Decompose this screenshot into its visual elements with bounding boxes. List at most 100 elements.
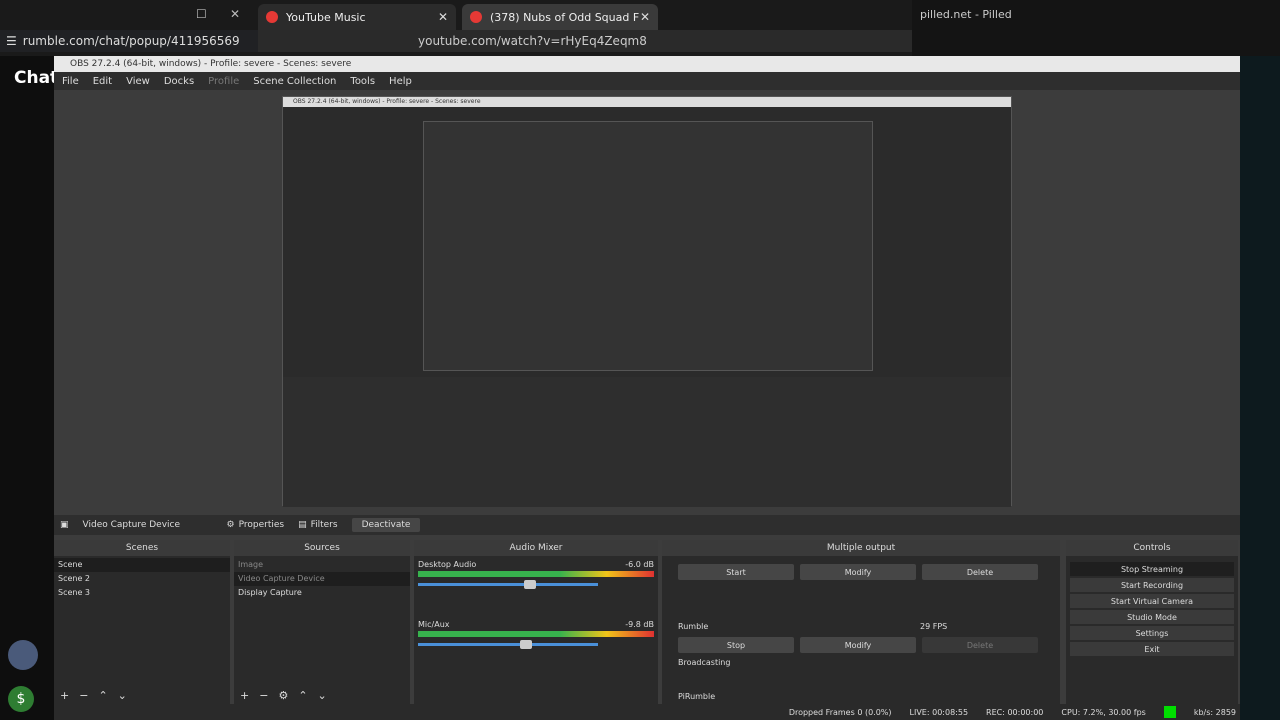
- studio-mode-button[interactable]: Studio Mode: [1070, 610, 1234, 624]
- channel-name: Desktop Audio: [418, 560, 477, 569]
- close-icon[interactable]: ✕: [230, 7, 240, 21]
- volume-meter: [418, 631, 654, 637]
- menu-view[interactable]: View: [126, 76, 150, 87]
- move-down-icon[interactable]: ⌄: [118, 689, 127, 702]
- close-icon[interactable]: ✕: [438, 10, 448, 24]
- camera-icon: ▣: [60, 520, 69, 530]
- move-down-icon[interactable]: ⌄: [318, 689, 327, 702]
- dropped-frames: Dropped Frames 0 (0.0%): [788, 707, 892, 717]
- tab-youtube-video[interactable]: (378) Nubs of Odd Squad F ✕: [462, 4, 658, 30]
- menu-help[interactable]: Help: [389, 76, 412, 87]
- volume-slider[interactable]: [418, 640, 598, 649]
- menu-tools[interactable]: Tools: [350, 76, 375, 87]
- channel-db: -6.0 dB: [625, 560, 654, 569]
- tab-label: (378) Nubs of Odd Squad F: [490, 10, 640, 24]
- address-text: youtube.com/watch?v=rHyEq4Zeqm8: [418, 34, 647, 48]
- filters-label: Filters: [310, 520, 338, 530]
- slider-knob[interactable]: [523, 580, 536, 589]
- stop-button[interactable]: Stop: [678, 637, 794, 653]
- sources-footer: + − ⚙ ⌃ ⌄: [240, 689, 327, 702]
- audio-mixer-dock: Audio Mixer Desktop Audio -6.0 dB Mic/Au…: [414, 540, 658, 704]
- settings-button[interactable]: Settings: [1070, 626, 1234, 640]
- slider-knob[interactable]: [520, 640, 532, 649]
- delete-button[interactable]: Delete: [922, 637, 1038, 653]
- health-indicator-icon: [1163, 706, 1176, 718]
- avatar[interactable]: [8, 640, 38, 670]
- scene-item[interactable]: Scene: [54, 558, 230, 572]
- pirumble-label: PiRumble: [678, 692, 716, 701]
- youtube-icon: [470, 11, 482, 23]
- deactivate-label: Deactivate: [361, 520, 411, 530]
- stop-streaming-button[interactable]: Stop Streaming: [1070, 562, 1234, 576]
- menu-profile[interactable]: Profile: [208, 76, 239, 87]
- add-icon[interactable]: +: [60, 689, 69, 702]
- maximize-icon[interactable]: ☐: [196, 7, 207, 21]
- source-name: Video Capture Device: [82, 520, 181, 530]
- right-background-window: [1240, 56, 1280, 720]
- youtube-address-bar[interactable]: youtube.com/watch?v=rHyEq4Zeqm8: [258, 30, 918, 52]
- tab-label: YouTube Music: [286, 10, 366, 24]
- menu-edit[interactable]: Edit: [93, 76, 112, 87]
- window-title: pilled.net - Pilled: [920, 8, 1012, 21]
- move-up-icon[interactable]: ⌃: [98, 689, 107, 702]
- cpu-usage: CPU: 7.2%, 30.00 fps: [1061, 707, 1146, 717]
- volume-slider[interactable]: [418, 580, 598, 589]
- scene-item[interactable]: Scene 2: [54, 572, 230, 586]
- gear-icon: ⚙: [226, 520, 235, 530]
- exit-button[interactable]: Exit: [1070, 642, 1234, 656]
- scenes-dock: Scenes Scene Scene 2 Scene 3 + − ⌃ ⌄: [54, 540, 230, 704]
- youtube-music-icon: [266, 11, 278, 23]
- start-button[interactable]: Start: [678, 564, 794, 580]
- bitrate: kb/s: 2859: [1193, 707, 1236, 717]
- live-time: LIVE: 00:08:55: [909, 707, 969, 717]
- nested-preview: [423, 121, 873, 371]
- modify-button[interactable]: Modify: [800, 637, 916, 653]
- start-virtual-camera-button[interactable]: Start Virtual Camera: [1070, 594, 1234, 608]
- obs-menu-bar: File Edit View Docks Profile Scene Colle…: [54, 72, 1240, 90]
- obs-preview[interactable]: OBS 27.2.4 (64-bit, windows) - Profile: …: [54, 90, 1240, 512]
- mixer-channel-mic: Mic/Aux -9.8 dB: [418, 620, 654, 629]
- source-item[interactable]: Video Capture Device: [234, 572, 410, 586]
- source-item[interactable]: Image: [234, 558, 410, 572]
- nested-title-bar: OBS 27.2.4 (64-bit, windows) - Profile: …: [283, 97, 1011, 107]
- delete-button[interactable]: Delete: [922, 564, 1038, 580]
- remove-icon[interactable]: −: [79, 689, 88, 702]
- chat-heading: Chat: [14, 68, 59, 88]
- menu-file[interactable]: File: [62, 76, 79, 87]
- sources-dock: Sources Image Video Capture Device Displ…: [234, 540, 410, 704]
- obs-title-bar: OBS 27.2.4 (64-bit, windows) - Profile: …: [54, 56, 1240, 72]
- menu-scene-collection[interactable]: Scene Collection: [253, 76, 336, 87]
- mixer-title: Audio Mixer: [414, 540, 658, 556]
- modify-button[interactable]: Modify: [800, 564, 916, 580]
- add-icon[interactable]: +: [240, 689, 249, 702]
- move-up-icon[interactable]: ⌃: [298, 689, 307, 702]
- gear-icon[interactable]: ⚙: [278, 689, 288, 702]
- properties-button[interactable]: ⚙ Properties: [227, 520, 285, 530]
- volume-meter: [418, 571, 654, 577]
- start-recording-button[interactable]: Start Recording: [1070, 578, 1234, 592]
- deactivate-button[interactable]: Deactivate: [351, 518, 421, 532]
- mixer-channel-desktop: Desktop Audio -6.0 dB: [418, 560, 654, 569]
- channel-db: -9.8 dB: [625, 620, 654, 629]
- obs-window: OBS 27.2.4 (64-bit, windows) - Profile: …: [54, 56, 1240, 720]
- sources-title: Sources: [234, 540, 410, 556]
- address-text: rumble.com/chat/popup/411956569: [22, 34, 240, 48]
- remove-icon[interactable]: −: [259, 689, 268, 702]
- rumble-address-bar[interactable]: ☰ rumble.com/chat/popup/411956569: [0, 30, 258, 52]
- nested-docks: [283, 377, 1011, 507]
- settings-icon: ☰: [6, 34, 17, 48]
- properties-label: Properties: [238, 520, 285, 530]
- menu-docks[interactable]: Docks: [164, 76, 194, 87]
- close-icon[interactable]: ✕: [640, 10, 650, 24]
- tab-youtube-music[interactable]: YouTube Music ✕: [258, 4, 456, 30]
- scene-item[interactable]: Scene 3: [54, 586, 230, 600]
- filters-button[interactable]: ▤ Filters: [298, 520, 338, 530]
- rumble-chat-panel: Chat $: [0, 56, 59, 720]
- rec-time: REC: 00:00:00: [986, 707, 1044, 717]
- pilled-window: pilled.net - Pilled: [912, 0, 1280, 56]
- source-item[interactable]: Display Capture: [234, 586, 410, 600]
- dollar-icon[interactable]: $: [8, 686, 34, 712]
- rumble-label: Rumble: [678, 622, 709, 631]
- broadcasting-label: Broadcasting: [678, 658, 731, 667]
- status-bar: Dropped Frames 0 (0.0%) LIVE: 00:08:55 R…: [54, 704, 1240, 720]
